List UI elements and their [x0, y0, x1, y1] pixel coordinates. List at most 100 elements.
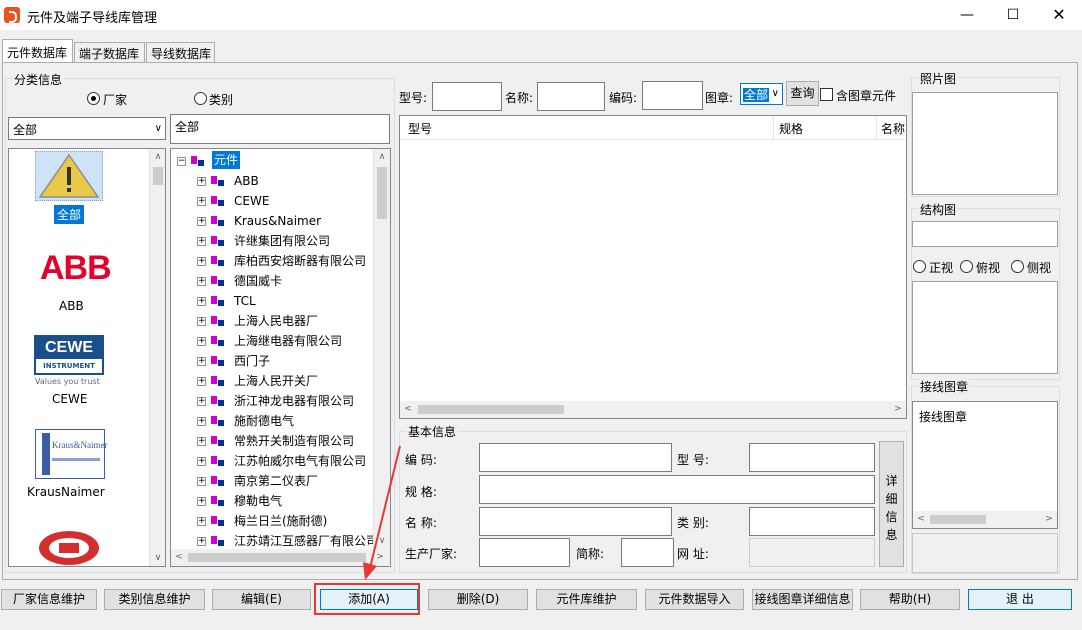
delete-button[interactable]: 删除(D)	[428, 589, 528, 610]
scroll-left-icon[interactable]: <	[171, 549, 187, 565]
expand-icon[interactable]: +	[197, 397, 206, 406]
scroll-right-icon[interactable]: >	[890, 401, 906, 417]
results-hscrollbar[interactable]: < >	[400, 401, 906, 418]
logo-item-all-label[interactable]: 全部	[54, 205, 85, 224]
tree-item-label[interactable]: 梅兰日兰(施耐德)	[234, 511, 327, 531]
wiring-stamp-item[interactable]: 接线图章	[919, 408, 967, 425]
expand-icon[interactable]: +	[197, 537, 206, 546]
radio-top-view[interactable]	[960, 260, 973, 273]
krausnaimer-logo[interactable]: Kraus&Naimer	[35, 429, 107, 479]
help-button[interactable]: 帮助(H)	[860, 589, 960, 610]
warning-icon[interactable]	[35, 151, 103, 201]
abb-logo[interactable]: ABB	[40, 249, 112, 288]
vendor-maint-button[interactable]: 厂家信息维护	[1, 589, 97, 610]
maximize-button[interactable]: ☐	[990, 0, 1036, 30]
scroll-left-icon[interactable]: <	[400, 401, 416, 417]
radio-vendor[interactable]	[87, 92, 100, 105]
minimize-button[interactable]: —	[944, 0, 990, 30]
tree-root-label[interactable]: 元件	[212, 151, 241, 169]
tree-item-label[interactable]: ABB	[234, 171, 259, 191]
tree-item-label[interactable]: 浙江神龙电器有限公司	[234, 391, 354, 411]
logo-item-abb-label[interactable]: ABB	[59, 299, 84, 313]
path-field[interactable]: 全部	[170, 114, 390, 144]
cewe-logo[interactable]: CEWE INSTRUMENT	[34, 335, 104, 375]
bi-short-field[interactable]	[621, 538, 674, 567]
scroll-thumb[interactable]	[188, 553, 366, 562]
bi-code-field[interactable]	[479, 443, 672, 472]
bi-spec-field[interactable]	[479, 475, 875, 504]
category-maint-button[interactable]: 类别信息维护	[104, 589, 205, 610]
expand-icon[interactable]: +	[197, 317, 206, 326]
model-input[interactable]	[432, 82, 502, 111]
expand-icon[interactable]: +	[197, 497, 206, 506]
stamp-combo[interactable]: 全部 ∨	[740, 83, 783, 105]
close-button[interactable]: ✕	[1036, 0, 1082, 30]
col-header-spec[interactable]: 规格	[779, 120, 803, 137]
exit-button[interactable]: 退 出	[968, 589, 1072, 610]
expand-icon[interactable]: +	[197, 197, 206, 206]
tree-item-label[interactable]: CEWE	[234, 191, 269, 211]
tree-item-label[interactable]: 许继集团有限公司	[234, 231, 330, 251]
expand-icon[interactable]: +	[197, 177, 206, 186]
scroll-thumb[interactable]	[418, 405, 564, 414]
col-header-name[interactable]: 名称	[881, 120, 905, 137]
stamp-detail-button[interactable]: 接线图章详细信息	[752, 589, 853, 610]
tree-item-label[interactable]: 南京第二仪表厂	[234, 471, 318, 491]
tree-item-label[interactable]: 上海继电器有限公司	[234, 331, 342, 351]
tree-item-label[interactable]: 德国威卡	[234, 271, 282, 291]
wiring-hscrollbar[interactable]: < >	[913, 511, 1057, 528]
scroll-right-icon[interactable]: >	[1041, 511, 1057, 527]
expand-icon[interactable]: +	[197, 417, 206, 426]
include-stamp-checkbox[interactable]	[820, 88, 833, 101]
results-table[interactable]: 型号 规格 名称 < >	[399, 115, 907, 419]
tree-item-label[interactable]: 西门子	[234, 351, 270, 371]
tree-item-label[interactable]: Kraus&Naimer	[234, 211, 321, 231]
lib-maint-button[interactable]: 元件库维护	[536, 589, 637, 610]
tree-item-label[interactable]: 江苏帕威尔电气有限公司	[234, 451, 366, 471]
vendor-logo-list[interactable]: 全部 ABB ABB CEWE INSTRUMENT Values you tr…	[8, 148, 166, 567]
logo-item-cewe-label[interactable]: CEWE	[52, 392, 87, 406]
tree-item-label[interactable]: 库柏西安熔断器有限公司	[234, 251, 366, 271]
tree-item-label[interactable]: TCL	[234, 291, 256, 311]
tree-item-label[interactable]: 施耐德电气	[234, 411, 294, 431]
data-import-button[interactable]: 元件数据导入	[645, 589, 744, 610]
expand-icon[interactable]: +	[197, 297, 206, 306]
bi-category-field[interactable]	[749, 507, 875, 536]
expand-icon[interactable]: +	[197, 237, 206, 246]
edit-button[interactable]: 编辑(E)	[212, 589, 311, 610]
query-button[interactable]: 查询	[786, 81, 819, 106]
logo-list-scrollbar[interactable]: ∧ ∨	[149, 149, 165, 566]
tab-wire-db[interactable]: 导线数据库	[146, 42, 215, 62]
expand-icon[interactable]: +	[197, 517, 206, 526]
radio-front-view[interactable]	[913, 260, 926, 273]
expand-icon[interactable]: +	[197, 457, 206, 466]
tree-item-label[interactable]: 常熟开关制造有限公司	[234, 431, 354, 451]
expand-icon[interactable]: +	[197, 437, 206, 446]
scroll-down-icon[interactable]: ∨	[150, 550, 165, 566]
scroll-thumb[interactable]	[930, 515, 986, 524]
tree-item-label[interactable]: 上海人民开关厂	[234, 371, 318, 391]
tree-item-label[interactable]: 穆勒电气	[234, 491, 282, 511]
scroll-left-icon[interactable]: <	[913, 511, 929, 527]
logo-item-krausnaimer-label[interactable]: KrausNaimer	[27, 485, 105, 499]
tab-component-db[interactable]: 元件数据库	[2, 39, 73, 63]
vendor-combo[interactable]: 全部 ∨	[8, 117, 166, 140]
scroll-thumb[interactable]	[153, 167, 163, 185]
radio-side-view[interactable]	[1011, 260, 1024, 273]
scroll-up-icon[interactable]: ∧	[374, 149, 390, 165]
scroll-thumb[interactable]	[377, 167, 387, 219]
col-header-model[interactable]: 型号	[408, 120, 432, 137]
tree-item-label[interactable]: 上海人民电器厂	[234, 311, 318, 331]
bi-name-field[interactable]	[479, 507, 672, 536]
name-input[interactable]	[537, 82, 605, 111]
wiring-stamp-list[interactable]: 接线图章 < >	[912, 401, 1058, 529]
expand-icon[interactable]: +	[197, 477, 206, 486]
expand-icon[interactable]: +	[197, 337, 206, 346]
expand-icon[interactable]: +	[197, 377, 206, 386]
bi-manufacturer-field[interactable]	[479, 538, 570, 567]
tab-terminal-db[interactable]: 端子数据库	[74, 42, 145, 62]
structure-name-field[interactable]	[912, 221, 1058, 247]
detail-info-button[interactable]: 详细信息	[879, 441, 904, 567]
xj-logo[interactable]	[37, 524, 101, 565]
expand-icon[interactable]: +	[197, 277, 206, 286]
